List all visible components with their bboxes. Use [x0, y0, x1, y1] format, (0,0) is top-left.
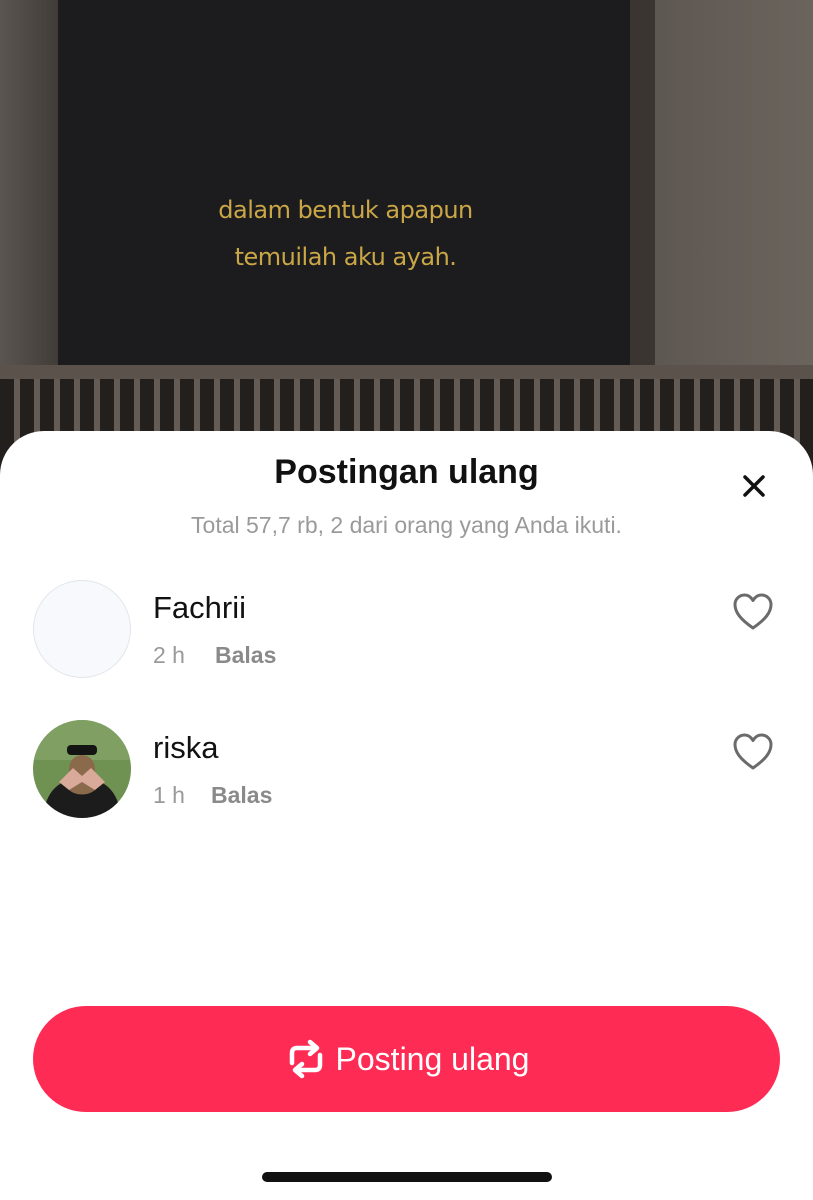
reply-button[interactable]: Balas: [211, 782, 272, 809]
repost-button-label: Posting ulang: [335, 1040, 530, 1077]
projection-screen: [58, 0, 633, 365]
heart-icon[interactable]: [732, 732, 774, 772]
video-background: dalam bentuk apapun temuilah aku ayah.: [0, 0, 813, 470]
user-name[interactable]: Fachrii: [153, 590, 246, 626]
pillar: [630, 0, 655, 365]
sheet-title: Postingan ulang: [274, 453, 539, 491]
home-indicator[interactable]: [262, 1172, 552, 1182]
video-caption-line-1: dalam bentuk apapun: [218, 196, 473, 224]
heart-icon[interactable]: [732, 592, 774, 632]
sheet-subtitle: Total 57,7 rb, 2 dari orang yang Anda ik…: [191, 512, 622, 538]
list-item: Fachrii 2 h Balas: [0, 580, 813, 690]
avatar[interactable]: [33, 580, 131, 678]
reply-button[interactable]: Balas: [215, 642, 276, 669]
user-name[interactable]: riska: [153, 730, 218, 766]
avatar[interactable]: [33, 720, 131, 818]
time-label: 1 h: [153, 782, 185, 808]
time-label: 2 h: [153, 642, 185, 668]
repost-button[interactable]: Posting ulang: [33, 1006, 780, 1112]
repost-icon: [284, 1037, 328, 1081]
railing-top: [0, 365, 813, 379]
list-item: riska 1 h Balas: [0, 720, 813, 830]
video-caption-line-2: temuilah aku ayah.: [234, 243, 457, 271]
close-icon[interactable]: [736, 468, 772, 504]
